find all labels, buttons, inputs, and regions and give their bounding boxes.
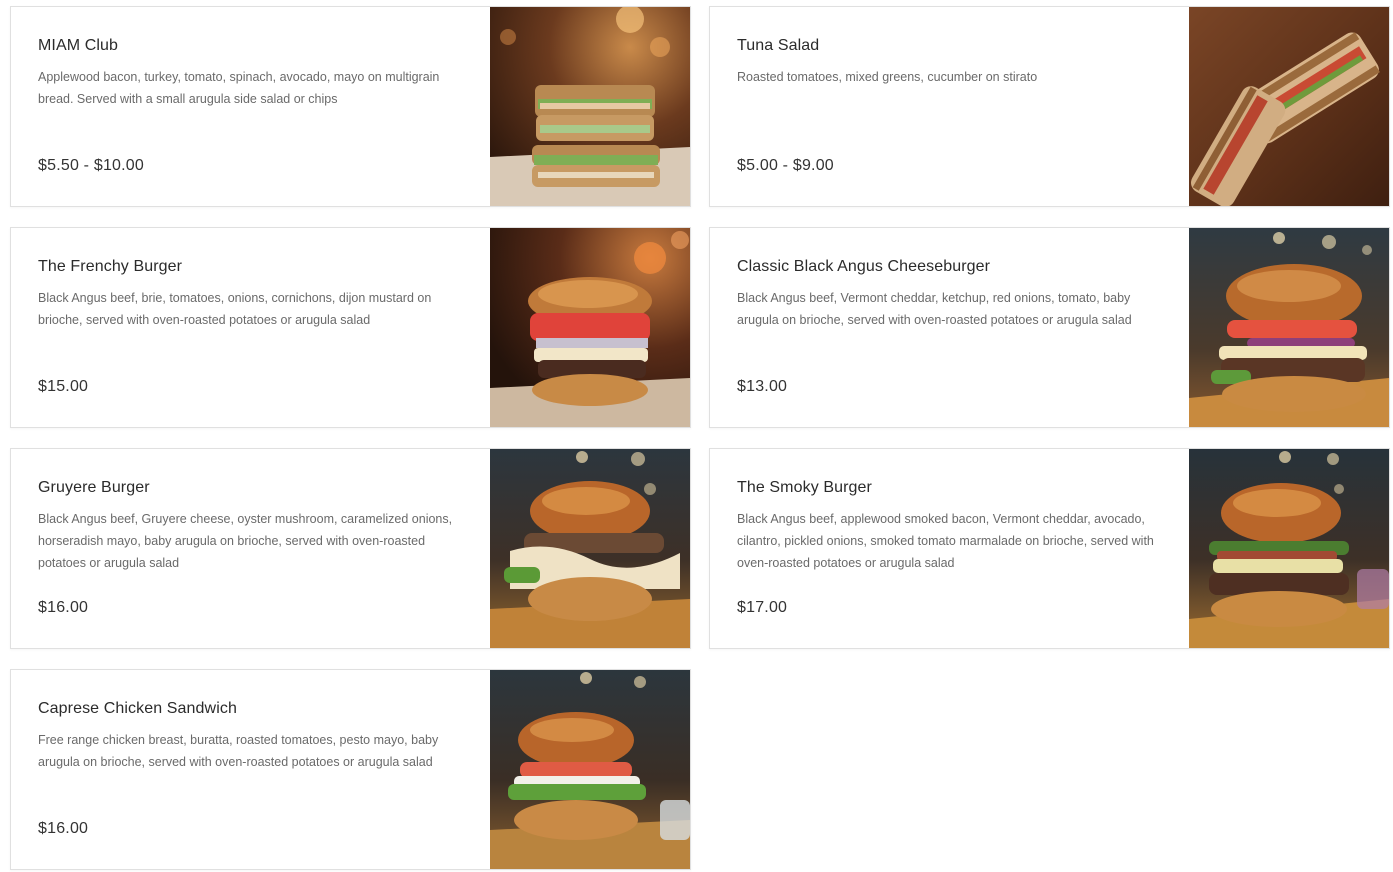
menu-item-title: Tuna Salad <box>737 37 820 54</box>
menu-item-card[interactable]: Tuna Salad Roasted tomatoes, mixed green… <box>709 6 1390 207</box>
burger-photo[interactable] <box>1189 228 1389 427</box>
menu-item-text: MIAM Club Applewood bacon, turkey, tomat… <box>11 7 490 206</box>
menu-item-price: $15.00 <box>38 378 89 395</box>
menu-item-price: $13.00 <box>737 378 788 395</box>
smoky-burger-image <box>1189 449 1389 648</box>
burger-photo[interactable] <box>1189 449 1389 648</box>
menu-item-price: $5.50 - $10.00 <box>38 157 144 174</box>
menu-grid: MIAM Club Applewood bacon, turkey, tomat… <box>10 6 1390 870</box>
menu-item-title: Caprese Chicken Sandwich <box>38 700 237 717</box>
menu-item-description: Black Angus beef, brie, tomatoes, onions… <box>38 291 432 327</box>
menu-item-price: $17.00 <box>737 599 788 616</box>
frenchy-burger-image <box>490 228 690 427</box>
cheeseburger-image <box>1189 228 1389 427</box>
burger-photo[interactable] <box>490 449 690 648</box>
club-sandwich-photo[interactable] <box>490 7 690 206</box>
menu-item-price: $16.00 <box>38 599 89 616</box>
gruyere-burger-image <box>490 449 690 648</box>
menu-item-text: The Smoky Burger Black Angus beef, apple… <box>710 449 1189 648</box>
menu-item-card[interactable]: Caprese Chicken Sandwich Free range chic… <box>10 669 691 870</box>
menu-item-title: The Frenchy Burger <box>38 258 183 275</box>
menu-item-description: Black Angus beef, Gruyere cheese, oyster… <box>38 512 453 570</box>
menu-item-price: $16.00 <box>38 820 89 837</box>
menu-item-text: Tuna Salad Roasted tomatoes, mixed green… <box>710 7 1189 206</box>
menu-item-title: MIAM Club <box>38 37 119 54</box>
panini-photo[interactable] <box>1189 7 1389 206</box>
menu-item-description: Black Angus beef, Vermont cheddar, ketch… <box>737 291 1132 327</box>
menu-item-card[interactable]: Gruyere Burger Black Angus beef, Gruyere… <box>10 448 691 649</box>
menu-item-card[interactable]: The Smoky Burger Black Angus beef, apple… <box>709 448 1390 649</box>
menu-item-description: Free range chicken breast, buratta, roas… <box>38 733 439 769</box>
caprese-chicken-image <box>490 670 690 869</box>
menu-item-text: The Frenchy Burger Black Angus beef, bri… <box>11 228 490 427</box>
menu-item-title: Classic Black Angus Cheeseburger <box>737 258 991 275</box>
menu-item-card[interactable]: MIAM Club Applewood bacon, turkey, tomat… <box>10 6 691 207</box>
menu-item-description: Roasted tomatoes, mixed greens, cucumber… <box>737 70 1038 84</box>
menu-item-price: $5.00 - $9.00 <box>737 157 834 174</box>
menu-item-description: Black Angus beef, applewood smoked bacon… <box>737 512 1154 570</box>
chicken-sandwich-photo[interactable] <box>490 670 690 869</box>
menu-item-title: Gruyere Burger <box>38 479 150 496</box>
menu-item-card[interactable]: Classic Black Angus Cheeseburger Black A… <box>709 227 1390 428</box>
menu-item-text: Classic Black Angus Cheeseburger Black A… <box>710 228 1189 427</box>
menu-item-card[interactable]: The Frenchy Burger Black Angus beef, bri… <box>10 227 691 428</box>
menu-item-description: Applewood bacon, turkey, tomato, spinach… <box>38 70 440 106</box>
menu-item-text: Gruyere Burger Black Angus beef, Gruyere… <box>11 449 490 648</box>
menu-item-title: The Smoky Burger <box>737 479 872 496</box>
menu-item-text: Caprese Chicken Sandwich Free range chic… <box>11 670 490 869</box>
panini-image <box>1189 7 1389 206</box>
club-sandwich-image <box>490 7 690 206</box>
burger-photo[interactable] <box>490 228 690 427</box>
